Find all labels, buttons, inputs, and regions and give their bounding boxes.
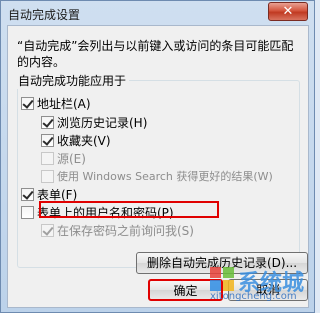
checkbox-address-bar[interactable]: 地址栏(A) [21, 95, 91, 111]
close-icon: ✕ [282, 4, 294, 19]
checkbox-box[interactable] [41, 115, 54, 129]
watermark: 系统城 xitongcheng.com [208, 265, 308, 305]
checkbox-label: 表单(F) [37, 187, 78, 202]
checkbox-label: 地址栏(A) [37, 96, 91, 111]
checkbox-browsing-history[interactable]: 浏览历史记录(H) [41, 114, 147, 130]
checkbox-box[interactable] [21, 205, 34, 219]
watermark-logo-icon [210, 267, 234, 291]
checkbox-ask-before-saving[interactable]: 在保存密码之前询问我(S) [41, 222, 194, 238]
checkbox-box[interactable] [41, 223, 54, 237]
checkbox-box[interactable] [21, 96, 34, 110]
group-title: 自动完成功能应用于 [15, 72, 130, 89]
checkbox-box[interactable] [21, 187, 34, 201]
checkbox-windows-search[interactable]: 使用 Windows Search 获得更好的结果(W) [41, 168, 273, 184]
title-bar: 自动完成设置 ✕ [1, 1, 314, 25]
description-text: “自动完成”会列出与以前键入或访问的条目可能匹配的内容。 [17, 39, 294, 69]
checkbox-label: 在保存密码之前询问我(S) [57, 223, 194, 238]
checkbox-label: 源(E) [57, 151, 86, 166]
window-title: 自动完成设置 [8, 8, 81, 22]
checkbox-forms[interactable]: 表单(F) [21, 186, 77, 202]
autocomplete-settings-dialog: 自动完成设置 ✕ “自动完成”会列出与以前键入或访问的条目可能匹配的内容。 自动… [0, 0, 315, 313]
watermark-url: xitongcheng.com [210, 291, 297, 302]
checkbox-label: 浏览历史记录(H) [57, 115, 148, 130]
close-button[interactable]: ✕ [268, 2, 308, 21]
checkbox-box[interactable] [41, 169, 54, 183]
checkbox-label: 收藏夹(V) [57, 133, 111, 148]
checkbox-label: 使用 Windows Search 获得更好的结果(W) [57, 170, 273, 183]
checkbox-feeds[interactable]: 源(E) [41, 150, 86, 166]
checkbox-favorites[interactable]: 收藏夹(V) [41, 132, 111, 148]
highlight-box [39, 201, 219, 218]
checkbox-box[interactable] [41, 133, 54, 147]
checkbox-box[interactable] [41, 151, 54, 165]
